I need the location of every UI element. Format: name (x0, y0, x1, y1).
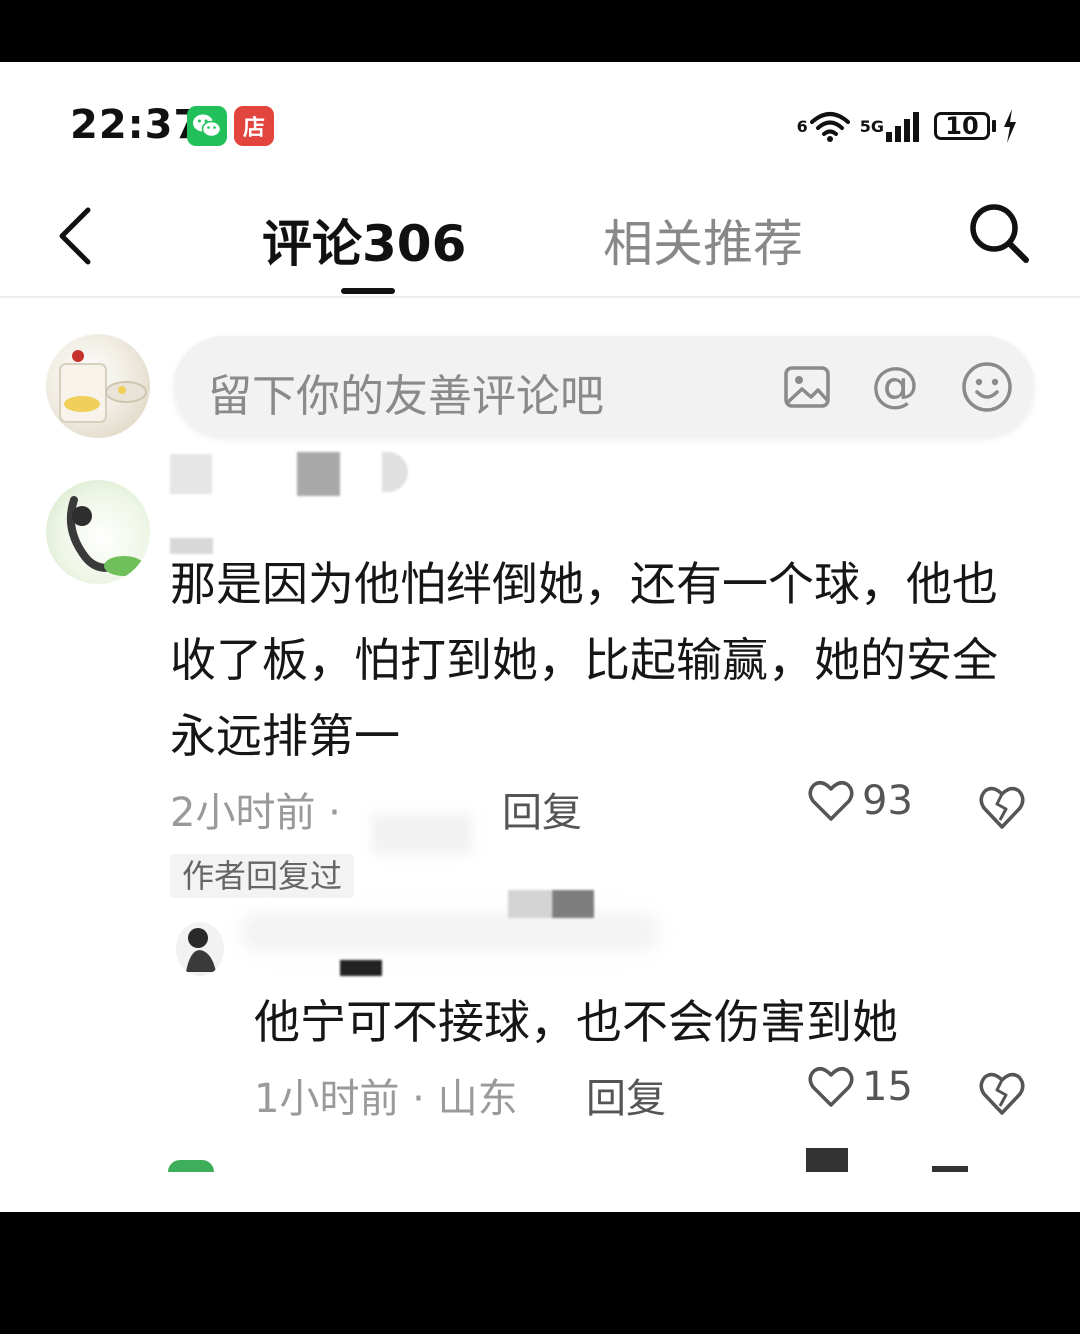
wifi-label: 6 (796, 116, 808, 136)
reply-location: 山东 (437, 1076, 518, 1122)
reply-button[interactable]: 回复 (502, 780, 582, 838)
tab-related[interactable]: 相关推荐 (603, 204, 803, 276)
like-count: 15 (862, 1064, 913, 1110)
author-replied-badge: 作者回复过 (170, 854, 355, 898)
back-button[interactable] (52, 206, 102, 266)
comment-screen: 22:37 店 6 5G 10 评论306 相关推荐 留下你的友善评论吧 @ 那… (0, 62, 1080, 1212)
nav-header: 评论306 相关推荐 (0, 182, 1080, 298)
wifi-icon (809, 112, 850, 142)
battery-level: 10 (934, 112, 990, 140)
like-button[interactable]: 15 (808, 1064, 913, 1110)
heart-icon (808, 1067, 854, 1107)
comment-location-blurred (372, 814, 472, 854)
network-label: 5G (859, 116, 884, 136)
battery-icon: 10 (934, 112, 996, 140)
status-bar: 22:37 店 6 5G 10 (0, 62, 1080, 182)
comment-time: 2小时前 · (170, 790, 341, 836)
like-count: 93 (862, 778, 913, 824)
reply-meta: 1小时前 · 山东 (254, 1076, 518, 1122)
replier-avatar[interactable] (176, 922, 224, 976)
comment-input-placeholder: 留下你的友善评论吧 (208, 371, 604, 422)
search-icon[interactable] (966, 200, 1032, 266)
shop-icon: 店 (234, 106, 274, 146)
like-button[interactable]: 93 (808, 778, 913, 824)
dislike-icon[interactable] (978, 784, 1026, 830)
reply-time: 1小时前 (254, 1076, 400, 1122)
reply-text: 他宁可不接球，也不会伤害到她 (254, 995, 898, 1049)
comment-text: 那是因为他怕绊倒她，还有一个球，他也收了板，怕打到她，比起输赢，她的安全永远排第… (170, 557, 998, 763)
signal-icon (886, 112, 919, 142)
my-avatar[interactable] (46, 334, 150, 438)
image-icon[interactable] (780, 360, 834, 414)
commenter-avatar[interactable] (46, 480, 150, 584)
charging-icon (1004, 109, 1016, 143)
heart-icon (808, 781, 854, 821)
tab-comments[interactable]: 评论306 (262, 204, 466, 276)
status-indicators: 6 5G 10 (797, 104, 1018, 148)
reply-button[interactable]: 回复 (586, 1066, 666, 1124)
mention-icon[interactable]: @ (868, 357, 922, 413)
comment-input[interactable]: 留下你的友善评论吧 @ (174, 336, 1034, 436)
status-time: 22:37 (70, 102, 203, 148)
wechat-icon (187, 106, 227, 146)
dislike-icon[interactable] (978, 1070, 1026, 1116)
emoji-icon[interactable] (960, 360, 1014, 414)
tab-active-indicator (341, 288, 395, 294)
